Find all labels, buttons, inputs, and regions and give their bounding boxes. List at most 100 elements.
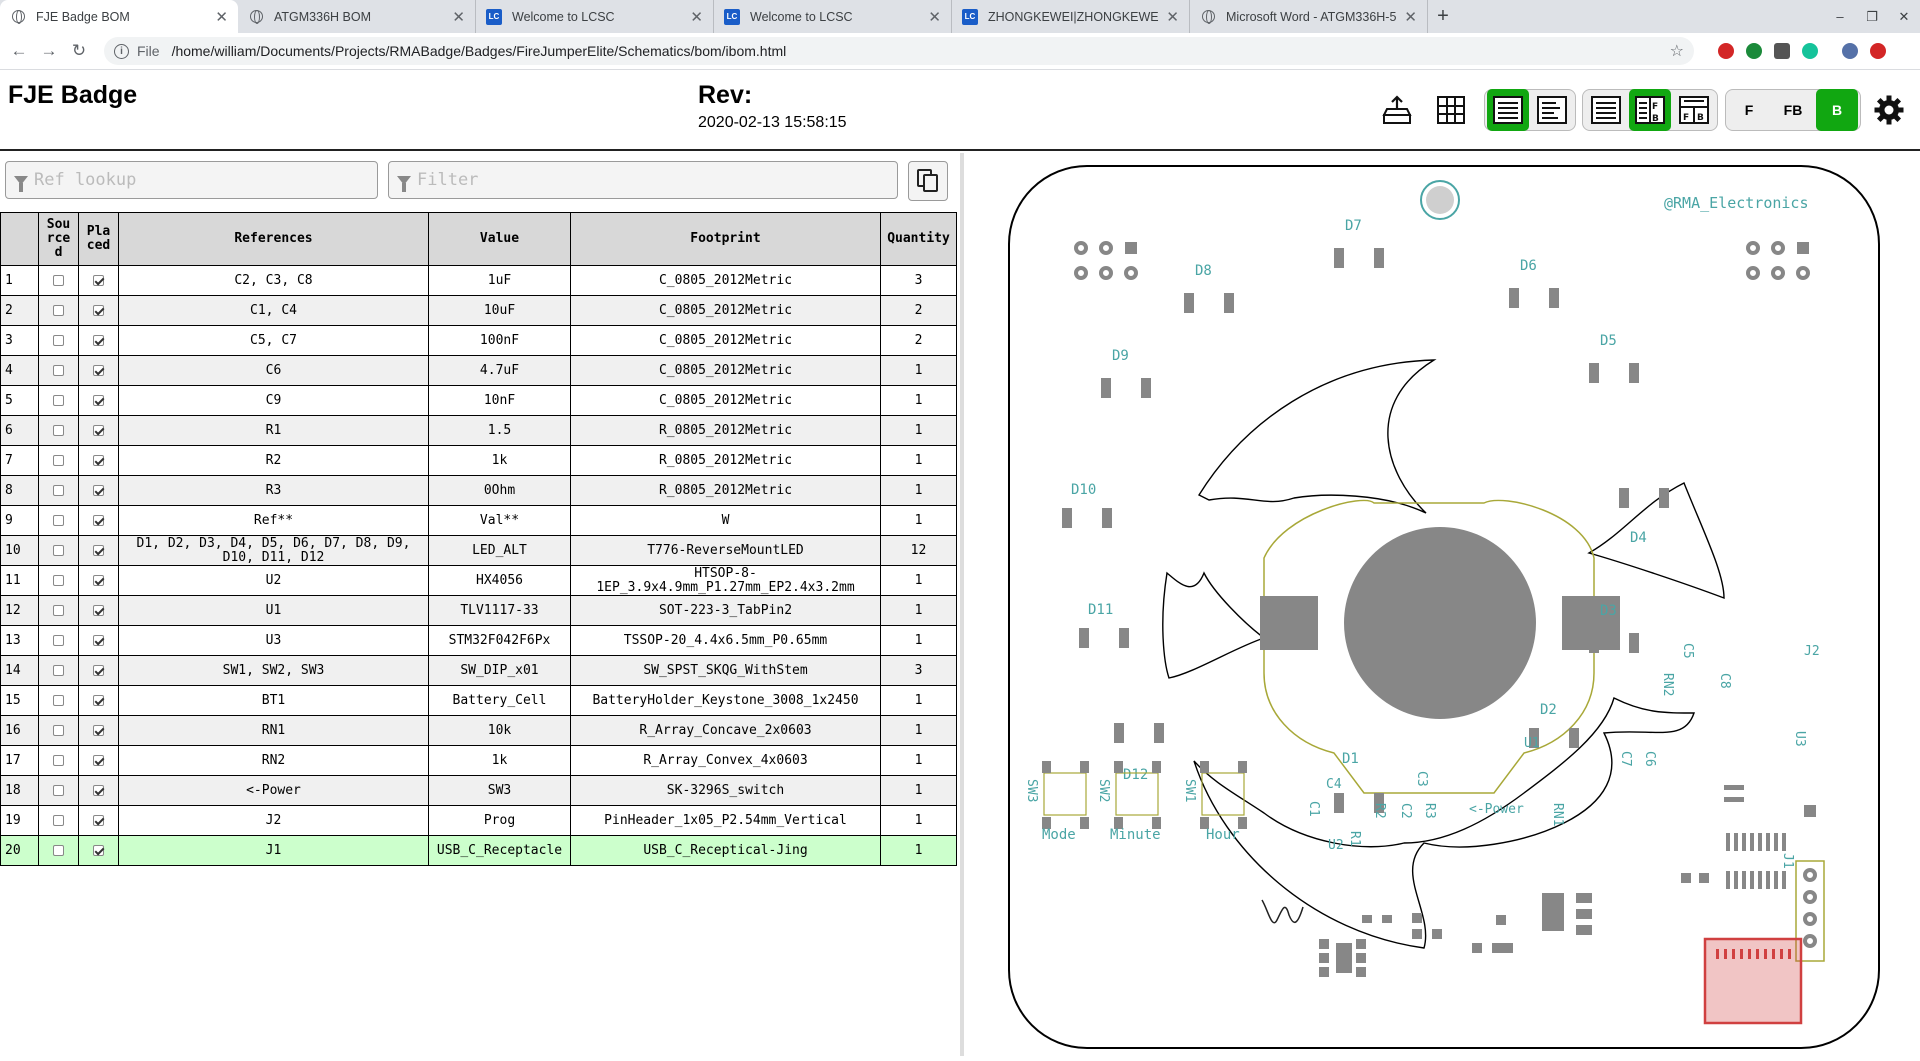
sourced-checkbox-input[interactable] [53,544,64,556]
browser-tab[interactable]: Microsoft Word - ATGM336H-5 ✕ [1190,0,1428,33]
placed-checkbox-input[interactable] [93,814,104,826]
sourced-checkbox-input[interactable] [53,604,64,616]
profile-avatar[interactable] [1836,37,1864,65]
copy-settings-button[interactable] [1430,89,1472,131]
placed-checkbox-input[interactable] [93,424,104,436]
table-row[interactable]: 10 D1, D2, D3, D4, D5, D6, D7, D8, D9, D1… [0,535,957,566]
tab-close-icon[interactable]: ✕ [928,8,941,26]
sourced-checkbox-input[interactable] [53,574,64,586]
table-row[interactable]: 15 BT1 Battery_Cell BatteryHolder_Keystone_… [0,685,957,716]
sourced-checkbox-input[interactable] [53,514,64,526]
placed-checkbox-input[interactable] [93,754,104,766]
placed-checkbox-input[interactable] [93,634,104,646]
extension-grammarly-icon[interactable] [1796,37,1824,65]
placed-checkbox-input[interactable] [93,454,104,466]
tab-close-icon[interactable]: ✕ [1404,8,1417,26]
browser-tab[interactable]: FJE Badge BOM ✕ [0,0,238,33]
table-row[interactable]: 4 C6 4.7uF C_0805_2012Metric 1 [0,355,957,386]
column-header-placed[interactable]: Pla ced [78,212,119,266]
settings-button[interactable] [1868,89,1910,131]
placed-checkbox-input[interactable] [93,664,104,676]
pcb-view[interactable]: @RMA_Electronics D1 D2 D3 D4 D5 D6 D7 D8 D9 D10 D1… [964,153,1920,1056]
bom-top-fb-icon[interactable]: FB [1673,89,1715,131]
sourced-checkbox-input[interactable] [53,694,64,706]
table-row[interactable]: 6 R1 1.5 R_0805_2012Metric 1 [0,415,957,446]
bom-left-fb-icon[interactable]: FB [1629,89,1671,131]
column-header-sourced[interactable]: Sou rce d [38,212,79,266]
tab-close-icon[interactable]: ✕ [452,8,465,26]
extension-red-icon[interactable] [1712,37,1740,65]
placed-checkbox-input[interactable] [93,544,104,556]
new-tab-button[interactable]: + [1428,0,1458,33]
bookmark-star-icon[interactable]: ☆ [1670,41,1684,61]
sourced-checkbox-input[interactable] [53,784,64,796]
info-icon[interactable]: i [114,43,129,59]
layer-back-button[interactable]: B [1816,89,1858,131]
placed-checkbox-input[interactable] [93,844,104,856]
layer-front-button[interactable]: F [1728,89,1770,131]
pcb-canvas[interactable]: @RMA_Electronics D1 D2 D3 D4 D5 D6 D7 D8 D9 D10 D1… [964,153,1920,1056]
filter-input[interactable]: Filter [388,161,898,199]
placed-checkbox-input[interactable] [93,784,104,796]
column-header-quantity[interactable]: Quantity [880,212,957,266]
url-text[interactable]: /home/william/Documents/Projects/RMABadg… [172,43,1670,59]
sourced-checkbox-input[interactable] [53,844,64,856]
grid-icon[interactable] [1430,89,1472,131]
browser-tab[interactable]: LC Welcome to LCSC ✕ [714,0,952,33]
browser-tab[interactable]: LC ZHONGKEWEI|ZHONGKEWE ✕ [952,0,1190,33]
table-row[interactable]: 8 R3 0Ohm R_0805_2012Metric 1 [0,475,957,506]
sourced-checkbox-input[interactable] [53,634,64,646]
placed-checkbox-input[interactable] [93,394,104,406]
column-header-footprint[interactable]: Footprint [570,212,881,266]
placed-checkbox-input[interactable] [93,334,104,346]
table-row[interactable]: 14 SW1, SW2, SW3 SW_DIP_x01 SW_SPST_SKQG_Wi… [0,655,957,686]
table-row[interactable]: 5 C9 10nF C_0805_2012Metric 1 [0,385,957,416]
sourced-checkbox-input[interactable] [53,364,64,376]
sourced-checkbox-input[interactable] [53,664,64,676]
bom-only-icon[interactable] [1585,89,1627,131]
tab-close-icon[interactable]: ✕ [690,8,703,26]
close-window-icon[interactable]: ✕ [1888,0,1920,33]
tab-close-icon[interactable]: ✕ [1166,8,1179,26]
url-field[interactable]: i File /home/william/Documents/Projects/… [104,37,1694,65]
placed-checkbox-input[interactable] [93,604,104,616]
column-header-value[interactable]: Value [428,212,571,266]
placed-checkbox-input[interactable] [93,274,104,286]
sourced-checkbox-input[interactable] [53,724,64,736]
extension-green-icon[interactable] [1740,37,1768,65]
placed-checkbox-input[interactable] [93,484,104,496]
browser-tab[interactable]: LC Welcome to LCSC ✕ [476,0,714,33]
sourced-checkbox-input[interactable] [53,454,64,466]
sourced-checkbox-input[interactable] [53,394,64,406]
table-row[interactable]: 7 R2 1k R_0805_2012Metric 1 [0,445,957,476]
forward-icon[interactable]: → [34,36,64,66]
sourced-checkbox-input[interactable] [53,814,64,826]
copy-bom-button[interactable] [908,161,948,201]
sourced-checkbox-input[interactable] [53,424,64,436]
browser-tab[interactable]: ATGM336H BOM ✕ [238,0,476,33]
table-row[interactable]: 17 RN2 1k R_Array_Convex_4x0603 1 [0,745,957,776]
sourced-checkbox-input[interactable] [53,304,64,316]
bom-grouped-icon[interactable] [1487,89,1529,131]
table-row[interactable]: 11 U2 HX4056 HTSOP-8-1EP_3.9x4.9mm_P1.27mm_… [0,565,957,596]
sourced-checkbox-input[interactable] [53,334,64,346]
sourced-checkbox-input[interactable] [53,754,64,766]
bom-ungrouped-icon[interactable] [1531,89,1573,131]
sourced-checkbox-input[interactable] [53,274,64,286]
table-row[interactable]: 18 <-Power SW3 SK-3296S_switch 1 [0,775,957,806]
placed-checkbox-input[interactable] [93,724,104,736]
table-row[interactable]: 19 J2 Prog PinHeader_1x05_P2.54mm_Vertical 1 [0,805,957,836]
minimize-icon[interactable]: – [1824,0,1856,33]
back-icon[interactable]: ← [4,36,34,66]
layer-both-button[interactable]: FB [1772,89,1814,131]
extension-power-icon[interactable] [1864,37,1892,65]
table-row[interactable]: 9 Ref** Val** W 1 [0,505,957,536]
table-row[interactable]: 20 J1 USB_C_Receptacle USB_C_Receptical-Jin… [0,835,957,866]
ref-lookup-input[interactable]: Ref lookup [5,161,378,199]
table-row[interactable]: 3 C5, C7 100nF C_0805_2012Metric 2 [0,325,957,356]
table-row[interactable]: 12 U1 TLV1117-33 SOT-223-3_TabPin2 1 [0,595,957,626]
table-row[interactable]: 13 U3 STM32F042F6Px TSSOP-20_4.4x6.5mm_P0.6… [0,625,957,656]
placed-checkbox-input[interactable] [93,364,104,376]
placed-checkbox-input[interactable] [93,574,104,586]
restore-icon[interactable]: ❐ [1856,0,1888,33]
